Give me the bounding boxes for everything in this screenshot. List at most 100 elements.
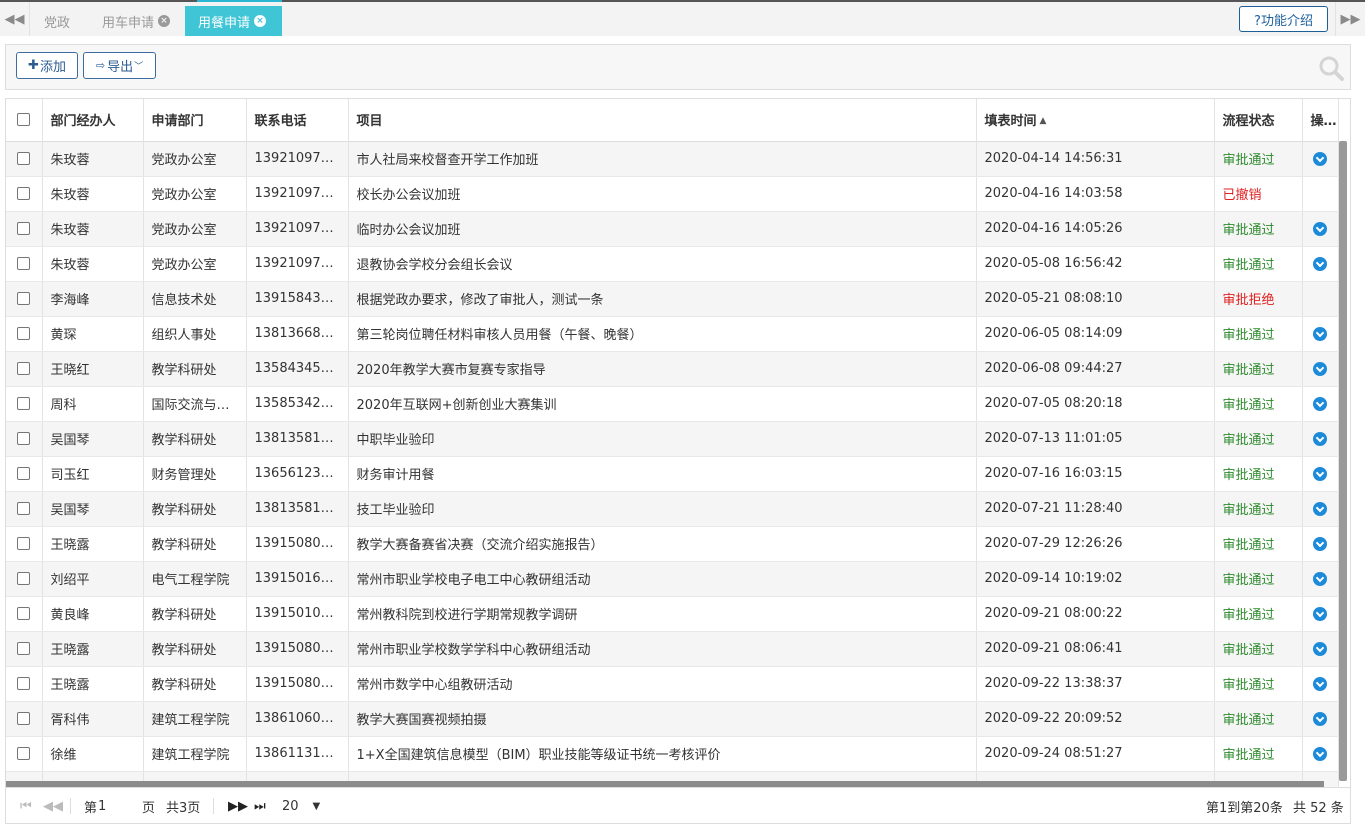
cell-time: 2020-04-14 14:56:31 xyxy=(976,141,1215,177)
cell-action xyxy=(1302,421,1339,457)
table-row[interactable]: 刘绍平 电气工程学院 13915016667 常州市职业学校电子电工中心教研组活动 20… xyxy=(6,561,1339,597)
sort-asc-icon[interactable]: ▲ xyxy=(1040,116,1047,126)
cell-dept: 教学科研处 xyxy=(143,421,247,457)
row-checkbox[interactable] xyxy=(17,607,31,620)
row-checkbox[interactable] xyxy=(17,152,31,165)
meal-request-table: 部门经办人 申请部门 联系电话 项目 填表时间 ▲ 流程状态 操作 朱玫蓉 党政办公… xyxy=(6,99,1339,787)
row-checkbox[interactable] xyxy=(17,292,31,305)
scroll-tabs-right-icon[interactable]: ▶▶ xyxy=(1335,2,1365,36)
column-header-project[interactable]: 项目 xyxy=(348,99,977,142)
approve-check-icon[interactable] xyxy=(1313,151,1327,166)
tab-vehicle-request[interactable]: 用车申请 × xyxy=(89,6,183,36)
approve-check-icon[interactable] xyxy=(1313,326,1327,341)
select-all-checkbox[interactable] xyxy=(17,113,31,127)
row-checkbox[interactable] xyxy=(17,222,31,235)
approve-check-icon[interactable] xyxy=(1313,641,1327,656)
vertical-scrollbar[interactable] xyxy=(1339,141,1347,781)
add-button[interactable]: ✚ 添加 xyxy=(16,52,78,79)
table-row[interactable]: 吴国琴 教学科研处 13813581446 中职毕业验印 2020-07-13 11:0… xyxy=(6,421,1339,457)
column-header-dept[interactable]: 申请部门 xyxy=(143,99,247,142)
page-number-input[interactable] xyxy=(98,796,122,816)
cell-dept: 建筑工程学院 xyxy=(143,701,247,737)
approve-check-icon[interactable] xyxy=(1313,396,1327,411)
row-checkbox[interactable] xyxy=(17,187,31,200)
scroll-tabs-left-icon[interactable]: ◀◀ xyxy=(0,2,30,36)
horizontal-scrollbar[interactable] xyxy=(6,781,1324,787)
next-page-icon[interactable]: ▶▶ xyxy=(228,788,248,824)
row-checkbox[interactable] xyxy=(17,747,31,760)
close-tab-icon[interactable]: × xyxy=(158,15,171,27)
table-row[interactable]: 黄琛 组织人事处 13813668391 第三轮岗位聘任材料审核人员用餐（午餐、晚餐）… xyxy=(6,316,1339,352)
table-row[interactable]: 王晓红 教学科研处 13584345407 2020年教学大赛市复赛专家指导 2020-… xyxy=(6,351,1339,387)
page-size-select[interactable]: 20 ▼ xyxy=(282,788,320,824)
approve-check-icon[interactable] xyxy=(1313,571,1327,586)
row-checkbox[interactable] xyxy=(17,432,31,445)
export-icon: ⇨ xyxy=(95,59,106,72)
cell-action xyxy=(1302,456,1339,492)
row-checkbox[interactable] xyxy=(17,677,31,690)
cell-project: 教学大赛备赛省决赛（交流介绍实施报告） xyxy=(348,526,977,562)
table-row[interactable]: 朱玫蓉 党政办公室 13921097929 临时办公会议加班 2020-04-16 14… xyxy=(6,211,1339,247)
cell-phone: 13585342631 xyxy=(246,386,349,422)
cell-project: 1+X全国建筑信息模型（BIM）职业技能等级证书统一考核评价 xyxy=(348,736,977,772)
approve-check-icon[interactable] xyxy=(1313,361,1327,376)
last-page-icon[interactable]: ⏭ xyxy=(254,788,266,824)
row-checkbox[interactable] xyxy=(17,397,31,410)
row-checkbox[interactable] xyxy=(17,257,31,270)
column-header-status[interactable]: 流程状态 xyxy=(1214,99,1303,142)
cell-time: 2020-07-29 12:26:26 xyxy=(976,526,1215,562)
row-checkbox[interactable] xyxy=(17,467,31,480)
first-page-icon[interactable]: ⏮ xyxy=(20,788,32,824)
row-checkbox[interactable] xyxy=(17,642,31,655)
close-tab-icon[interactable]: × xyxy=(254,15,267,27)
select-all-cell xyxy=(6,99,43,142)
approve-check-icon[interactable] xyxy=(1313,606,1327,621)
table-row[interactable]: 吴国琴 教学科研处 13813581446 技工毕业验印 2020-07-21 11:2… xyxy=(6,491,1339,527)
cell-action xyxy=(1302,561,1339,597)
cell-person: 司玉红 xyxy=(42,456,144,492)
approve-check-icon[interactable] xyxy=(1313,536,1327,551)
table-row[interactable]: 司玉红 财务管理处 13656123600 财务审计用餐 2020-07-16 16:0… xyxy=(6,456,1339,492)
table-row[interactable]: 周科 国际交流与产… 13585342631 2020年互联网+创新创业大赛集训 202… xyxy=(6,386,1339,422)
column-header-time[interactable]: 填表时间 ▲ xyxy=(976,99,1215,142)
cell-project: 临时办公会议加班 xyxy=(348,211,977,247)
export-button[interactable]: ⇨ 导出 ﹀ xyxy=(83,52,156,79)
approve-check-icon[interactable] xyxy=(1313,501,1327,516)
cell-status: 审批通过 xyxy=(1214,246,1303,282)
table-row[interactable]: 胥科伟 建筑工程学院 13861060459 教学大赛国赛视频拍摄 2020-09-22… xyxy=(6,701,1339,737)
approve-check-icon[interactable] xyxy=(1313,466,1327,481)
approve-check-icon[interactable] xyxy=(1313,711,1327,726)
table-row[interactable]: 朱玫蓉 党政办公室 13921097929 退教协会学校分会组长会议 2020-05-0… xyxy=(6,246,1339,282)
approve-check-icon[interactable] xyxy=(1313,221,1327,236)
column-header-person[interactable]: 部门经办人 xyxy=(42,99,144,142)
row-checkbox[interactable] xyxy=(17,362,31,375)
tab-label: 用车申请 xyxy=(102,15,155,31)
table-row[interactable]: 朱玫蓉 党政办公室 13921097929 校长办公会议加班 2020-04-16 14… xyxy=(6,176,1339,212)
row-checkbox[interactable] xyxy=(17,502,31,515)
approve-check-icon[interactable] xyxy=(1313,746,1327,761)
approve-check-icon[interactable] xyxy=(1313,431,1327,446)
cell-status: 审批通过 xyxy=(1214,491,1303,527)
row-checkbox[interactable] xyxy=(17,572,31,585)
table-row[interactable]: 王晓露 教学科研处 13915080886 常州市职业学校数学学科中心教研组活动 202… xyxy=(6,631,1339,667)
tab-dangzheng[interactable]: 党政 xyxy=(31,6,83,36)
column-header-phone[interactable]: 联系电话 xyxy=(246,99,349,142)
cell-status: 审批通过 xyxy=(1214,701,1303,737)
row-checkbox[interactable] xyxy=(17,712,31,725)
table-row[interactable]: 王晓露 教学科研处 13915080886 教学大赛备赛省决赛（交流介绍实施报告） 20… xyxy=(6,526,1339,562)
table-row[interactable]: 黄良峰 教学科研处 13915010082 常州教科院到校进行学期常规教学调研 2020… xyxy=(6,596,1339,632)
table-row[interactable]: 朱玫蓉 党政办公室 13921097929 市人社局来校督查开学工作加班 2020-04… xyxy=(6,141,1339,177)
feature-intro-button[interactable]: ?功能介绍 xyxy=(1239,6,1328,32)
cell-phone: 13915010082 xyxy=(246,596,349,632)
table-row[interactable]: 徐维 建筑工程学院 13861131222 1+X全国建筑信息模型（BIM）职业技能等… xyxy=(6,736,1339,772)
search-icon[interactable] xyxy=(1318,55,1344,81)
table-row[interactable]: 王晓露 教学科研处 13915080886 常州市数学中心组教研活动 2020-09-2… xyxy=(6,666,1339,702)
approve-check-icon[interactable] xyxy=(1313,676,1327,691)
tab-meal-request[interactable]: 用餐申请 × xyxy=(185,6,282,36)
approve-check-icon[interactable] xyxy=(1313,256,1327,271)
row-checkbox[interactable] xyxy=(17,327,31,340)
cell-phone: 13656123600 xyxy=(246,456,349,492)
row-checkbox[interactable] xyxy=(17,537,31,550)
previous-page-icon[interactable]: ◀◀ xyxy=(43,788,63,824)
table-row[interactable]: 李海峰 信息技术处 13915843383 根据党政办要求，修改了审批人，测试一条 20… xyxy=(6,281,1339,317)
